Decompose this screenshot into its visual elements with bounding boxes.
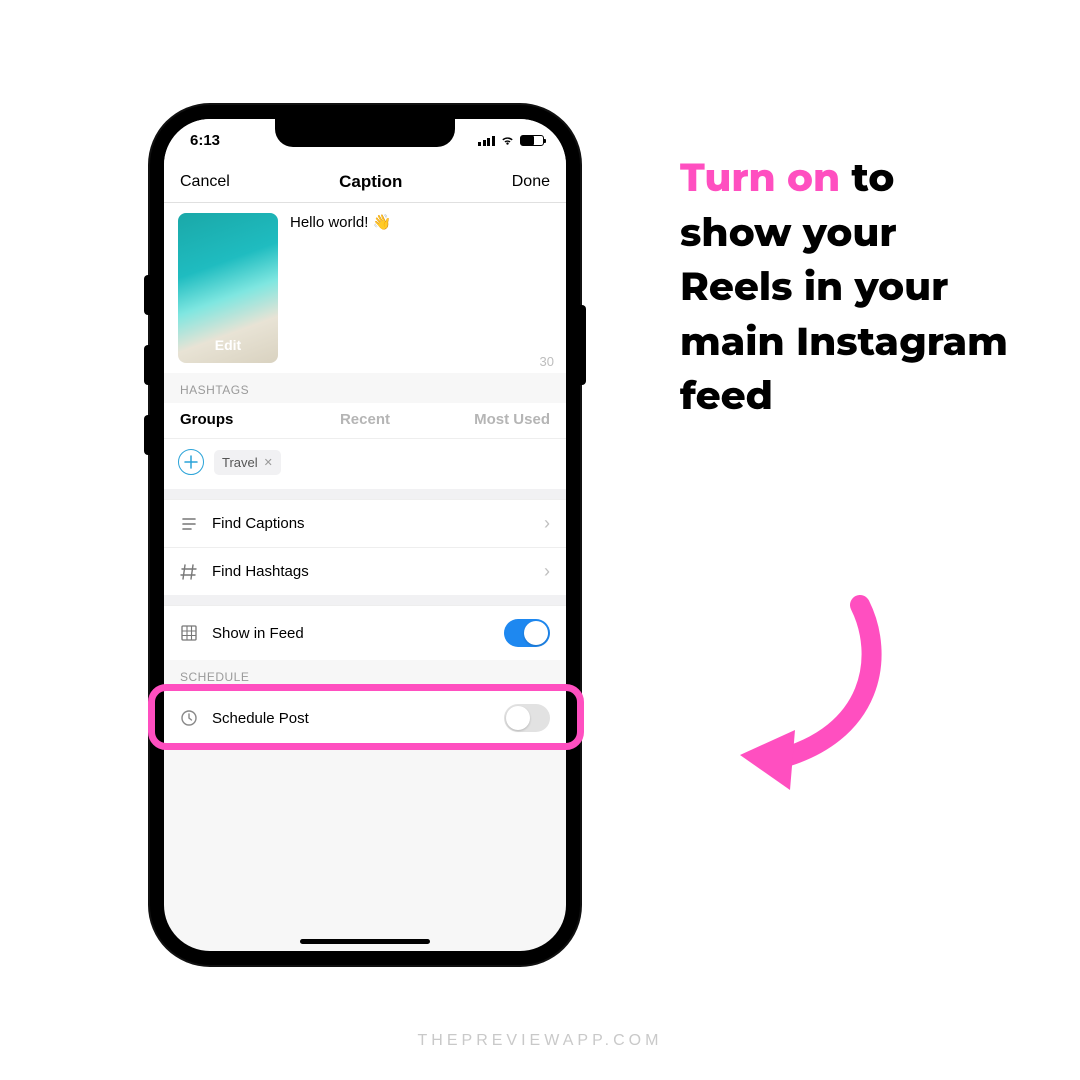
notch: [275, 119, 455, 147]
watermark: THEPREVIEWAPP.COM: [0, 1032, 1080, 1050]
grid-icon: [180, 624, 198, 642]
caption-input[interactable]: Hello world! 👋: [290, 213, 552, 367]
chip-label: Travel: [222, 455, 258, 470]
home-indicator: [300, 939, 430, 944]
hashtag-chips: Travel ✕: [164, 439, 566, 489]
annotation-accent: Turn on: [680, 153, 840, 201]
divider: [164, 489, 566, 499]
divider: [164, 595, 566, 605]
caption-area: Edit Hello world! 👋 30: [164, 203, 566, 373]
signal-icon: [478, 135, 495, 146]
actions-list: Find Captions › Find Hashtags ›: [164, 499, 566, 595]
tab-recent[interactable]: Recent: [303, 411, 426, 428]
annotation-text: Turn on to show your Reels in your main …: [680, 150, 1010, 423]
tab-groups[interactable]: Groups: [180, 411, 303, 428]
schedule-post-row: Schedule Post: [164, 690, 566, 745]
arrow-annotation: [720, 595, 890, 795]
hashtags-header: HASHTAGS: [164, 373, 566, 403]
add-hashtag-button[interactable]: [178, 449, 204, 475]
row-label: Find Captions: [212, 515, 530, 532]
hashtag-chip[interactable]: Travel ✕: [214, 450, 281, 475]
status-icons: [478, 135, 544, 146]
show-in-feed-row: Show in Feed: [164, 605, 566, 660]
row-label: Schedule Post: [212, 710, 490, 727]
clock-icon: [180, 709, 198, 727]
wifi-icon: [500, 135, 515, 146]
done-button[interactable]: Done: [512, 173, 550, 191]
schedule-list: Schedule Post: [164, 690, 566, 745]
edit-label: Edit: [215, 337, 241, 353]
hashtag-tabs: Groups Recent Most Used: [164, 403, 566, 439]
row-label: Show in Feed: [212, 625, 490, 642]
phone-frame: 6:13 Cancel Caption Done Edit Hello worl…: [150, 105, 580, 965]
schedule-toggle[interactable]: [504, 704, 550, 732]
find-captions-row[interactable]: Find Captions ›: [164, 499, 566, 547]
phone-screen: 6:13 Cancel Caption Done Edit Hello worl…: [164, 119, 566, 951]
list-icon: [180, 515, 198, 533]
nav-bar: Cancel Caption Done: [164, 161, 566, 203]
chevron-right-icon: ›: [544, 513, 550, 534]
find-hashtags-row[interactable]: Find Hashtags ›: [164, 547, 566, 595]
hash-icon: [180, 563, 198, 581]
cancel-button[interactable]: Cancel: [180, 173, 230, 191]
battery-icon: [520, 135, 544, 146]
chevron-right-icon: ›: [544, 561, 550, 582]
nav-title: Caption: [339, 172, 402, 192]
chip-remove-icon[interactable]: ✕: [264, 456, 273, 469]
feed-list: Show in Feed: [164, 605, 566, 660]
media-thumbnail[interactable]: Edit: [178, 213, 278, 363]
row-label: Find Hashtags: [212, 563, 530, 580]
status-time: 6:13: [190, 132, 220, 149]
char-count: 30: [540, 354, 554, 369]
tab-most-used[interactable]: Most Used: [427, 411, 550, 428]
show-in-feed-toggle[interactable]: [504, 619, 550, 647]
schedule-header: SCHEDULE: [164, 660, 566, 690]
